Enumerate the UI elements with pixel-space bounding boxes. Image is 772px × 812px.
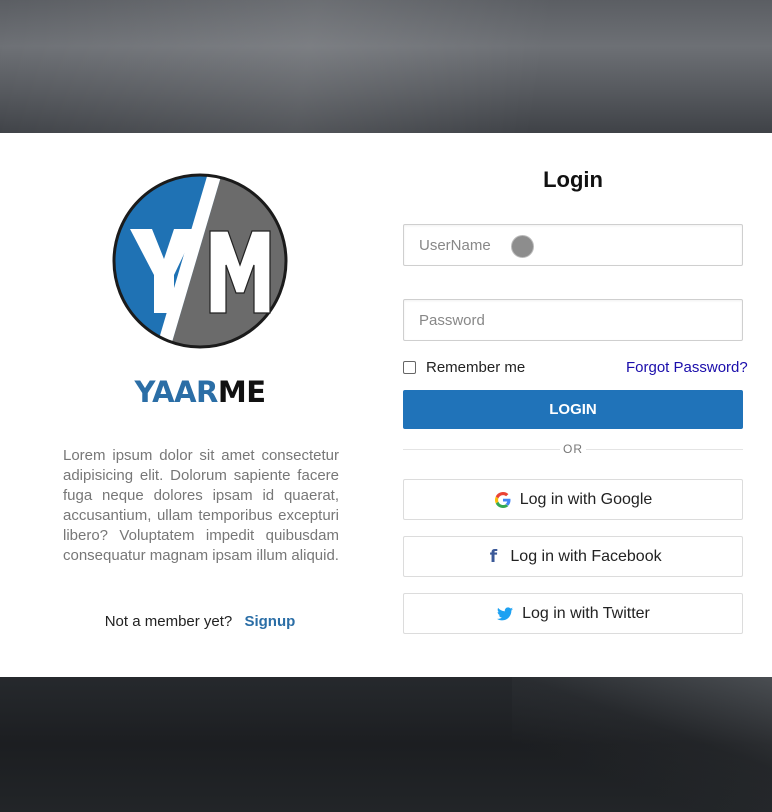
brand-part-2: ME bbox=[217, 375, 266, 409]
google-login-button[interactable]: Log in with Google bbox=[403, 479, 743, 520]
google-icon bbox=[494, 491, 512, 509]
login-card: YAARME Lorem ipsum dolor sit amet consec… bbox=[0, 133, 772, 677]
google-login-label: Log in with Google bbox=[519, 490, 653, 508]
facebook-login-label: Log in with Facebook bbox=[510, 547, 662, 565]
remember-me[interactable]: Remember me bbox=[403, 359, 525, 376]
facebook-icon: f bbox=[489, 546, 498, 567]
background-bottom bbox=[0, 677, 772, 812]
yaarme-logo bbox=[112, 173, 288, 349]
signup-prompt: Not a member yet? Signup bbox=[0, 613, 400, 630]
username-input[interactable] bbox=[404, 225, 742, 265]
remember-me-label: Remember me bbox=[426, 359, 526, 376]
facebook-login-button[interactable]: f Log in with Facebook bbox=[403, 536, 743, 577]
remember-me-checkbox[interactable] bbox=[403, 361, 416, 374]
background-top bbox=[0, 0, 772, 133]
signup-prompt-text: Not a member yet? bbox=[104, 613, 233, 630]
username-field[interactable] bbox=[403, 224, 743, 266]
divider-or: OR bbox=[560, 442, 586, 456]
brand-name: YAARME bbox=[0, 375, 400, 409]
password-input[interactable] bbox=[404, 300, 742, 340]
forgot-password-link[interactable]: Forgot Password? bbox=[626, 359, 748, 376]
twitter-login-button[interactable]: Log in with Twitter bbox=[403, 593, 743, 634]
password-field[interactable] bbox=[403, 299, 743, 341]
login-title: Login bbox=[543, 167, 603, 192]
signup-link[interactable]: Signup bbox=[244, 613, 295, 630]
brand-description: Lorem ipsum dolor sit amet consectetur a… bbox=[63, 447, 339, 564]
brand-part-1: YAAR bbox=[134, 375, 218, 409]
login-button[interactable]: LOGIN bbox=[403, 390, 743, 429]
twitter-icon bbox=[496, 605, 514, 623]
twitter-login-label: Log in with Twitter bbox=[522, 604, 650, 622]
mouse-cursor-indicator bbox=[511, 235, 534, 258]
